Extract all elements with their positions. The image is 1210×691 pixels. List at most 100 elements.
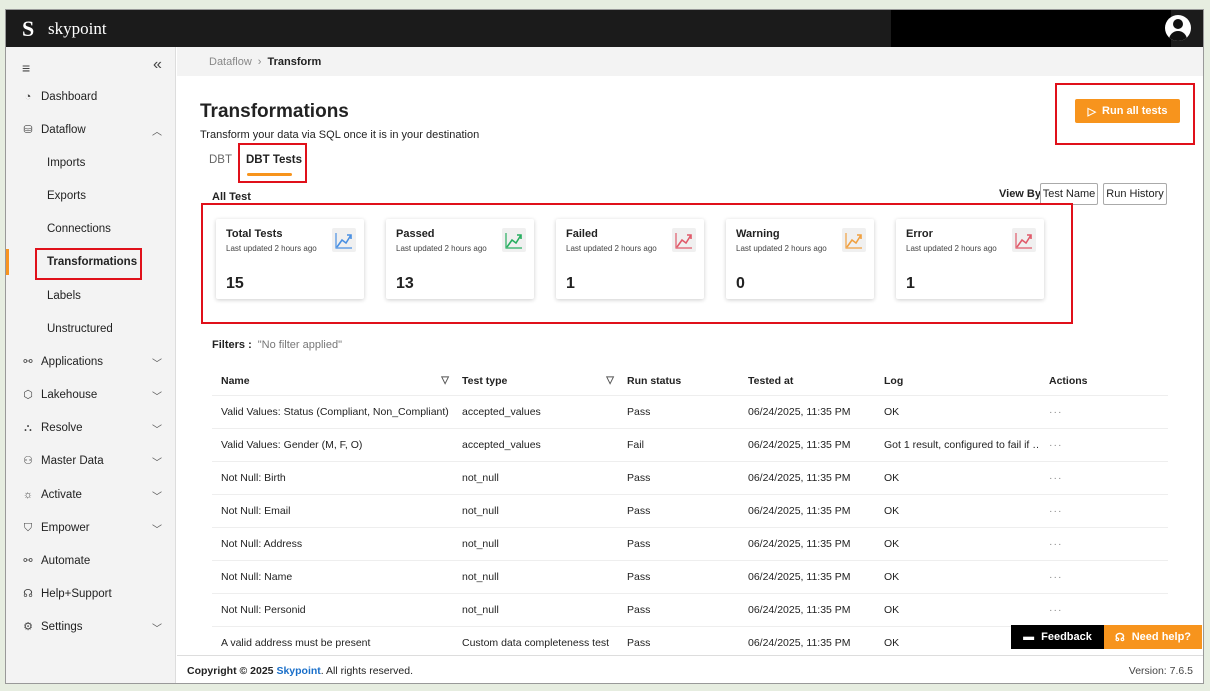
- chevron-down-icon[interactable]: ﹀: [152, 488, 162, 503]
- actions-menu-button[interactable]: ···: [1040, 604, 1160, 616]
- tab-dbt-tests[interactable]: DBT Tests: [246, 154, 302, 166]
- table-row[interactable]: Not Null: Birth not_null Pass 06/24/2025, 1…: [212, 462, 1168, 495]
- sidebar-item-label: Applications: [41, 356, 104, 368]
- header-test-type[interactable]: Test type ▽: [453, 375, 618, 387]
- sidebar-item-label: Activate: [41, 489, 82, 501]
- sidebar-item-label: Imports: [47, 157, 86, 169]
- sidebar-item-unstructured[interactable]: Unstructured: [6, 316, 176, 342]
- header-tested-at: Tested at: [748, 374, 794, 387]
- view-by-run-history-button[interactable]: Run History: [1103, 183, 1167, 205]
- feedback-label: Feedback: [1041, 631, 1092, 643]
- cell-name: Valid Values: Status (Compliant, Non_Com…: [221, 406, 449, 418]
- bulb-icon: ☼: [22, 489, 34, 501]
- cell-log: Got 1 result, configured to fail if …: [884, 439, 1040, 451]
- actions-menu-button[interactable]: ···: [1040, 406, 1160, 418]
- cell-tested-at: 06/24/2025, 11:35 PM: [748, 472, 851, 484]
- table-row[interactable]: Not Null: Email not_null Pass 06/24/2025, 1…: [212, 495, 1168, 528]
- sidebar-item-transformations[interactable]: Transformations: [6, 249, 176, 275]
- table-row[interactable]: Not Null: Personid not_null Pass 06/24/2025…: [212, 594, 1168, 627]
- hamburger-menu-icon[interactable]: ≡: [22, 60, 30, 76]
- stat-card-error: Error Last updated 2 hours ago 1: [896, 219, 1044, 299]
- card-title: Passed: [396, 228, 435, 240]
- actions-menu-button[interactable]: ···: [1040, 505, 1160, 517]
- database-icon: ⛁: [23, 124, 33, 136]
- header-run-status: Run status: [627, 374, 682, 387]
- filter-icon[interactable]: ▽: [606, 375, 614, 386]
- breadcrumb-separator-icon: ›: [257, 55, 262, 68]
- sidebar: ≡ « ◔ Dashboard ⛁ Dataflow ︿ Imports Exports Co…: [6, 47, 176, 683]
- chevron-up-icon[interactable]: ︿: [152, 123, 162, 138]
- actions-menu-button[interactable]: ···: [1040, 538, 1160, 550]
- sidebar-item-activate[interactable]: ☼ Activate ﹀: [6, 482, 176, 508]
- chevron-down-icon[interactable]: ﹀: [152, 454, 162, 469]
- sidebar-item-dataflow[interactable]: ⛁ Dataflow ︿: [6, 117, 176, 143]
- cell-name: A valid address must be present: [221, 637, 371, 649]
- sidebar-item-settings[interactable]: ⚙ Settings ﹀: [6, 614, 176, 640]
- feedback-button[interactable]: ▬ Feedback: [1011, 625, 1104, 649]
- cell-test-type: not_null: [462, 604, 499, 616]
- run-all-tests-button[interactable]: ▷ Run all tests: [1075, 99, 1180, 123]
- sidebar-item-resolve[interactable]: ⛬ Resolve ﹀: [6, 415, 176, 441]
- cell-run-status: Pass: [627, 571, 651, 583]
- cell-name: Valid Values: Gender (M, F, O): [221, 439, 363, 451]
- view-by-test-name-button[interactable]: Test Name: [1040, 183, 1098, 205]
- card-value: 0: [736, 275, 745, 292]
- cell-log: OK: [884, 571, 900, 583]
- actions-menu-button[interactable]: ···: [1040, 472, 1160, 484]
- sidebar-item-lakehouse[interactable]: ⬡ Lakehouse ﹀: [6, 382, 176, 408]
- card-updated: Last updated 2 hours ago: [906, 244, 997, 253]
- gear-icon: ⚙: [23, 621, 33, 633]
- sidebar-item-label: Dataflow: [41, 124, 86, 136]
- sidebar-item-connections[interactable]: Connections: [6, 216, 176, 242]
- chevron-down-icon[interactable]: ﹀: [152, 521, 162, 536]
- header-name[interactable]: Name ▽: [212, 375, 453, 387]
- cell-tested-at: 06/24/2025, 11:35 PM: [748, 538, 851, 550]
- run-all-label: Run all tests: [1102, 105, 1168, 117]
- sidebar-item-help-support[interactable]: ☊ Help+Support: [6, 581, 176, 607]
- stat-card-total: Total Tests Last updated 2 hours ago 15: [216, 219, 364, 299]
- card-value: 13: [396, 275, 414, 292]
- logo-letter: S: [22, 16, 35, 41]
- sidebar-item-label: Connections: [47, 223, 111, 235]
- sidebar-item-automate[interactable]: ⚯ Automate: [6, 548, 176, 574]
- avatar[interactable]: [1165, 15, 1191, 41]
- tab-dbt[interactable]: DBT: [209, 154, 232, 166]
- table-row[interactable]: Not Null: Name not_null Pass 06/24/2025, 11…: [212, 561, 1168, 594]
- actions-menu-button[interactable]: ···: [1040, 439, 1160, 451]
- copyright: Copyright © 2025: [187, 664, 274, 677]
- table-row[interactable]: Not Null: Address not_null Pass 06/24/2025,…: [212, 528, 1168, 561]
- sidebar-item-dashboard[interactable]: ◔ Dashboard: [6, 84, 176, 110]
- sidebar-item-label: Lakehouse: [41, 389, 98, 401]
- need-help-button[interactable]: ☊ Need help?: [1104, 625, 1202, 649]
- need-help-label: Need help?: [1131, 631, 1192, 643]
- cell-run-status: Pass: [627, 406, 651, 418]
- stat-card-warning: Warning Last updated 2 hours ago 0: [726, 219, 874, 299]
- logo[interactable]: S: [22, 16, 34, 42]
- sidebar-item-labels[interactable]: Labels: [6, 283, 176, 309]
- filter-icon[interactable]: ▽: [441, 375, 449, 386]
- sidebar-item-empower[interactable]: ⛉ Empower ﹀: [6, 515, 176, 541]
- collapse-sidebar-icon[interactable]: «: [153, 56, 162, 74]
- sidebar-item-label: Exports: [47, 190, 86, 202]
- actions-menu-button[interactable]: ···: [1040, 571, 1160, 583]
- cell-name: Not Null: Birth: [221, 472, 286, 484]
- cell-log: OK: [884, 505, 900, 517]
- chevron-down-icon[interactable]: ﹀: [152, 355, 162, 370]
- sidebar-item-imports[interactable]: Imports: [6, 150, 176, 176]
- cell-test-type: not_null: [462, 472, 499, 484]
- breadcrumb-dataflow[interactable]: Dataflow: [209, 56, 252, 68]
- card-value: 15: [226, 275, 244, 292]
- chevron-down-icon[interactable]: ﹀: [152, 620, 162, 635]
- chevron-down-icon[interactable]: ﹀: [152, 388, 162, 403]
- company-link[interactable]: Skypoint: [276, 665, 320, 677]
- table-row[interactable]: Valid Values: Gender (M, F, O) accepted_v…: [212, 429, 1168, 462]
- cell-run-status: Pass: [627, 604, 651, 616]
- people-icon: ⚇: [23, 455, 33, 467]
- chevron-down-icon[interactable]: ﹀: [152, 421, 162, 436]
- table-row[interactable]: Valid Values: Status (Compliant, Non_Com…: [212, 396, 1168, 429]
- sidebar-item-master-data[interactable]: ⚇ Master Data ﹀: [6, 448, 176, 474]
- sidebar-item-exports[interactable]: Exports: [6, 183, 176, 209]
- stat-card-passed: Passed Last updated 2 hours ago 13: [386, 219, 534, 299]
- sidebar-item-applications[interactable]: ⚯ Applications ﹀: [6, 349, 176, 375]
- hierarchy-icon: ⛬: [24, 422, 32, 434]
